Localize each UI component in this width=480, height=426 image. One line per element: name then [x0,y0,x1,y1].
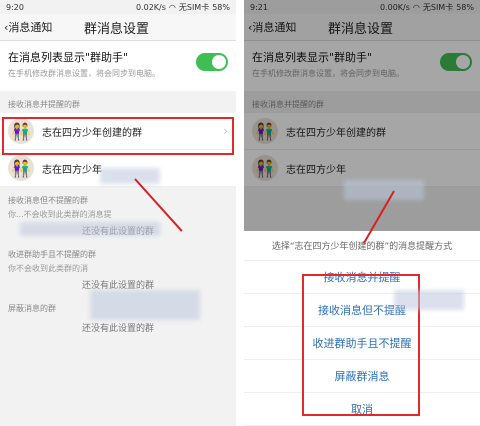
back-button[interactable]: ‹ 消息通知 [0,19,76,35]
blur-mask [394,290,464,310]
block-empty: 还没有此设置的群 [81,324,154,334]
show-helper-row: 在消息列表显示"群助手" 在手机修改群消息设置，将会同步到电脑。 [0,41,236,91]
blur-mask [100,168,160,184]
phone-left: 9:20 0.02K/s ◠ 无SIM卡 58% ‹ 消息通知 群消息设置 在消… [0,0,236,426]
wifi-icon: ◠ [168,2,176,12]
blur-mask [90,290,200,320]
sheet-title: 选择“志在四方少年创建的群”的消息提醒方式 [244,231,480,261]
screenshot-pair: 9:20 0.02K/s ◠ 无SIM卡 58% ‹ 消息通知 群消息设置 在消… [0,0,480,426]
highlight-box [2,117,234,155]
page-title: 群消息设置 [84,21,150,37]
battery-level: 58% [212,2,230,12]
receive-section-header: 接收消息并提醒的群 [8,100,80,109]
sim-label: 无SIM卡 [178,2,210,12]
group-avatar: 👫 [8,155,34,181]
no-remind-sub: 你...不会收到此类群的消息提 [8,210,112,219]
show-helper-toggle[interactable] [196,53,228,71]
phone-right: 9:21 0.00K/s ◠ 无SIM卡 58% ‹ 消息通知 群消息设置 在消… [244,0,480,426]
status-bar: 9:20 0.02K/s ◠ 无SIM卡 58% [0,0,236,14]
status-time: 9:20 [6,2,24,12]
blur-mask [20,222,160,236]
show-helper-sub: 在手机修改群消息设置，将会同步到电脑。 [8,69,160,78]
show-helper-label: 在消息列表显示"群助手" [8,51,129,64]
helper-sub: 你不会收到此类群的消 [8,264,88,273]
helper-header: 收进群助手且不提醒的群 [8,250,96,259]
no-remind-header: 接收消息但不提醒的群 [8,196,88,205]
group-name: 志在四方少年 [42,164,102,176]
net-speed: 0.02K/s [135,2,166,12]
nav-bar: ‹ 消息通知 群消息设置 [0,14,236,41]
back-label: 消息通知 [8,21,53,34]
blur-mask [344,180,424,200]
toggle-knob [212,55,226,69]
